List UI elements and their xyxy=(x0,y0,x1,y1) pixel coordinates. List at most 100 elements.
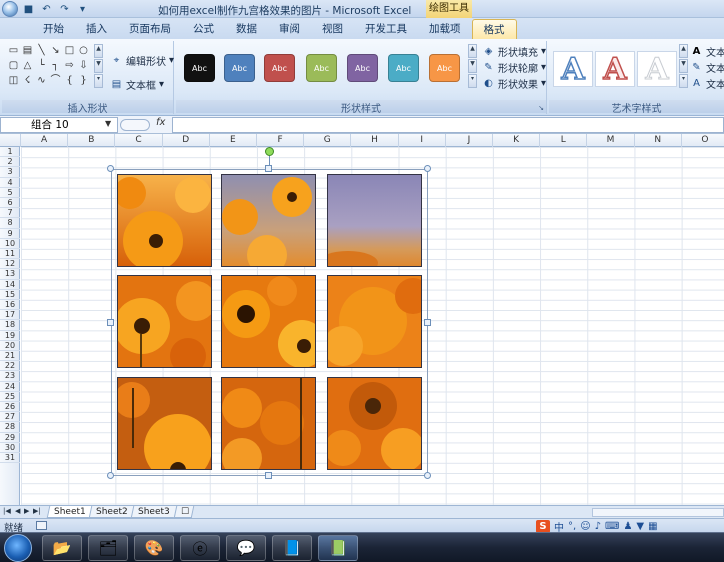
tab-addins[interactable]: 加载项 xyxy=(418,19,472,39)
wordart-style-red[interactable]: A xyxy=(595,51,635,88)
tab-insert[interactable]: 插入 xyxy=(75,19,118,39)
row-header[interactable]: 16 xyxy=(0,300,20,311)
resize-handle-bottom-left[interactable] xyxy=(107,472,114,479)
insert-function-button[interactable]: fx xyxy=(156,117,165,128)
resize-handle-bottom[interactable] xyxy=(265,472,272,479)
taskbar-paint-icon[interactable]: 🎨 xyxy=(134,535,174,561)
save-icon[interactable]: ■ xyxy=(21,2,36,17)
column-header[interactable]: K xyxy=(493,134,541,147)
column-header[interactable]: J xyxy=(446,134,493,147)
row-header[interactable]: 23 xyxy=(0,371,20,382)
grid-tile-7[interactable] xyxy=(117,377,212,470)
freeform-shape-icon[interactable]: ☇ xyxy=(22,75,33,86)
shape-style-swatch[interactable]: Abc xyxy=(224,54,255,82)
last-sheet-icon[interactable]: ▶| xyxy=(33,507,41,515)
edit-shape-button[interactable]: ⌖ 编辑形状 ▾ xyxy=(110,53,174,68)
tab-page-layout[interactable]: 页面布局 xyxy=(118,19,182,39)
row-header[interactable]: 2 xyxy=(0,157,20,168)
sheet-tab-sheet1[interactable]: Sheet1 xyxy=(46,506,94,518)
curve-shape-icon[interactable]: ∿ xyxy=(36,75,47,86)
grid-tile-9[interactable] xyxy=(327,377,422,470)
column-header[interactable]: A xyxy=(21,134,69,147)
row-header[interactable]: 28 xyxy=(0,422,20,433)
grid-tile-6[interactable] xyxy=(327,275,422,368)
elbow-shape-icon[interactable]: └ xyxy=(36,60,47,71)
column-header[interactable]: I xyxy=(399,134,446,147)
column-header[interactable]: C xyxy=(115,134,163,147)
sheet-tab-sheet2[interactable]: Sheet2 xyxy=(88,506,136,518)
row-header[interactable]: 27 xyxy=(0,412,20,423)
resize-handle-left[interactable] xyxy=(107,319,114,326)
taskbar-excel-icon[interactable]: 📗 xyxy=(318,535,358,561)
row-header[interactable]: 7 xyxy=(0,208,20,219)
row-header[interactable]: 30 xyxy=(0,443,20,453)
taskbar-wechat-icon[interactable]: 💬 xyxy=(226,535,266,561)
resize-handle-bottom-right[interactable] xyxy=(424,472,431,479)
row-header[interactable]: 10 xyxy=(0,239,20,249)
row-header[interactable]: 22 xyxy=(0,361,20,372)
row-header[interactable]: 13 xyxy=(0,269,20,280)
column-header[interactable]: O xyxy=(682,134,724,147)
rounded-rect-shape-icon[interactable]: ▢ xyxy=(8,60,19,71)
grid-tile-4[interactable] xyxy=(117,275,212,368)
grid-tile-3[interactable] xyxy=(327,174,422,267)
callout-shape-icon[interactable]: ◫ xyxy=(8,75,19,86)
horizontal-scrollbar[interactable] xyxy=(592,508,724,517)
oval-shape-icon[interactable]: ○ xyxy=(78,45,89,56)
row-header[interactable]: 12 xyxy=(0,259,20,270)
row-header[interactable]: 6 xyxy=(0,198,20,209)
text-outline-button[interactable]: ✎ 文本 xyxy=(690,60,724,75)
line-shape-icon[interactable]: ╲ xyxy=(36,45,47,56)
column-header[interactable]: N xyxy=(635,134,682,147)
tab-data[interactable]: 数据 xyxy=(225,19,268,39)
column-header[interactable]: G xyxy=(304,134,352,147)
tab-review[interactable]: 审阅 xyxy=(268,19,311,39)
row-header[interactable]: 17 xyxy=(0,310,20,321)
first-sheet-icon[interactable]: |◀ xyxy=(3,507,11,515)
grid-tile-8[interactable] xyxy=(221,377,316,470)
right-arrow-shape-icon[interactable]: ⇨ xyxy=(64,60,75,71)
punctuation-icon[interactable]: °, xyxy=(568,521,576,532)
row-header[interactable]: 29 xyxy=(0,433,20,443)
taskbar-folder-icon[interactable]: 📂 xyxy=(42,535,82,561)
grid-tile-5[interactable] xyxy=(221,275,316,368)
row-header[interactable]: 8 xyxy=(0,218,20,229)
rect-outline-shape-icon[interactable]: □ xyxy=(64,45,75,56)
tab-format[interactable]: 格式 xyxy=(471,19,517,39)
row-header[interactable]: 9 xyxy=(0,229,20,239)
next-sheet-icon[interactable]: ▶ xyxy=(24,507,29,515)
resize-handle-top-right[interactable] xyxy=(424,165,431,172)
insert-sheet-button[interactable]: ☐ xyxy=(173,506,195,518)
shape-effects-button[interactable]: ◐ 形状效果 ▾ xyxy=(482,76,546,91)
resize-handle-right[interactable] xyxy=(424,319,431,326)
row-header[interactable]: 18 xyxy=(0,320,20,331)
text-fill-button[interactable]: A 文本 xyxy=(690,44,724,59)
grid-tile-2[interactable] xyxy=(221,174,316,267)
brace-shape-icon[interactable]: { xyxy=(64,75,75,86)
tab-home[interactable]: 开始 xyxy=(32,19,75,39)
dialog-launcher-icon[interactable]: ↘ xyxy=(538,104,544,112)
wordart-style-outline[interactable]: A xyxy=(553,51,593,88)
rect-shape-icon[interactable]: ▭ xyxy=(8,45,19,56)
row-header[interactable]: 26 xyxy=(0,402,20,413)
column-header[interactable]: D xyxy=(163,134,210,147)
shape-style-gallery-scroll[interactable]: ▲ ▼ ▾ xyxy=(468,44,477,88)
connector-shape-icon[interactable]: ┐ xyxy=(50,60,61,71)
customize-qat-icon[interactable]: ▾ xyxy=(75,2,90,17)
select-all-corner[interactable] xyxy=(0,134,21,147)
row-header[interactable]: 25 xyxy=(0,392,20,402)
skin-icon[interactable]: ▼ xyxy=(636,521,644,532)
column-header[interactable]: F xyxy=(257,134,305,147)
prev-sheet-icon[interactable]: ◀ xyxy=(15,507,20,515)
toolbox-icon[interactable]: ▦ xyxy=(648,521,657,532)
resize-handle-top-left[interactable] xyxy=(107,165,114,172)
shape-style-swatch[interactable]: Abc xyxy=(388,54,419,82)
resize-handle-top[interactable] xyxy=(265,165,272,172)
arrow-shape-icon[interactable]: ↘ xyxy=(50,45,61,56)
wordart-gallery-scroll[interactable]: ▲ ▼ ▾ xyxy=(679,44,688,88)
row-header[interactable]: 19 xyxy=(0,331,20,341)
macro-record-icon[interactable] xyxy=(36,521,47,530)
down-arrow-shape-icon[interactable]: ⇩ xyxy=(78,60,89,71)
tab-developer[interactable]: 开发工具 xyxy=(354,19,418,39)
user-icon[interactable]: ♟ xyxy=(623,521,632,532)
